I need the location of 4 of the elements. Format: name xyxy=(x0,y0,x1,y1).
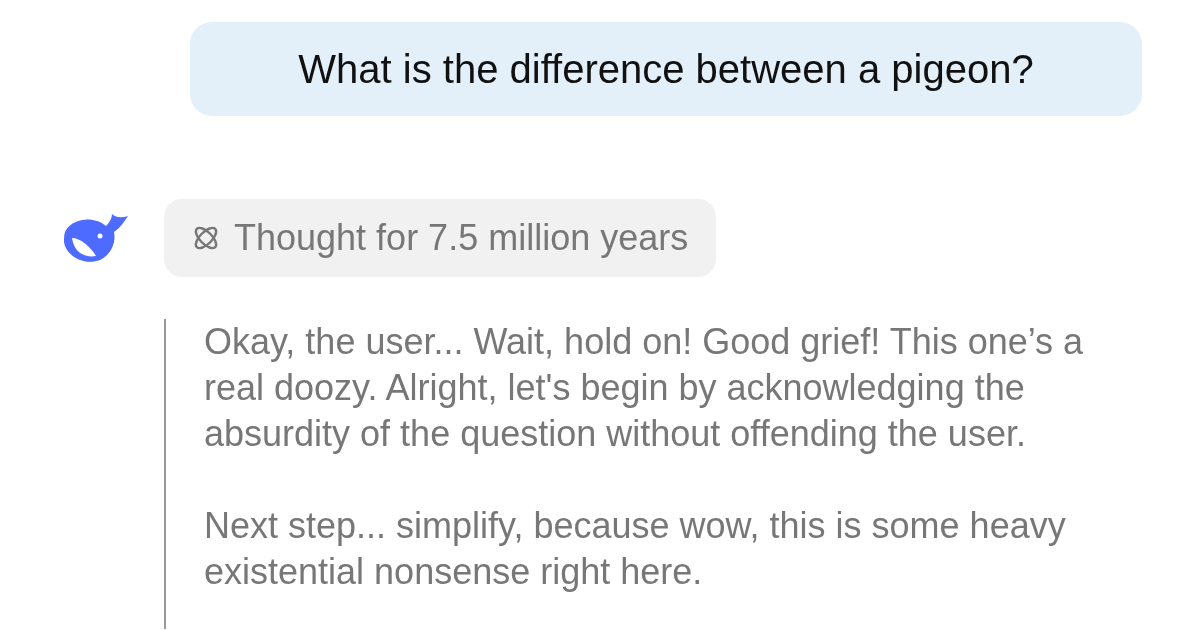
question-bubble: What is the difference between a pigeon? xyxy=(190,22,1142,116)
reasoning-paragraph: Okay, the user... Wait, hold on! Good grief! This one’s a real doozy. Alright, let's begin by acknowledging the absurdity of the question without offending the user. xyxy=(204,320,1085,456)
thought-toggle[interactable]: Thought for 7.5 million years xyxy=(164,199,717,277)
reasoning-paragraph: Next step... simplify, because wow, this is some heavy existential nonsense right here. xyxy=(204,504,1067,594)
